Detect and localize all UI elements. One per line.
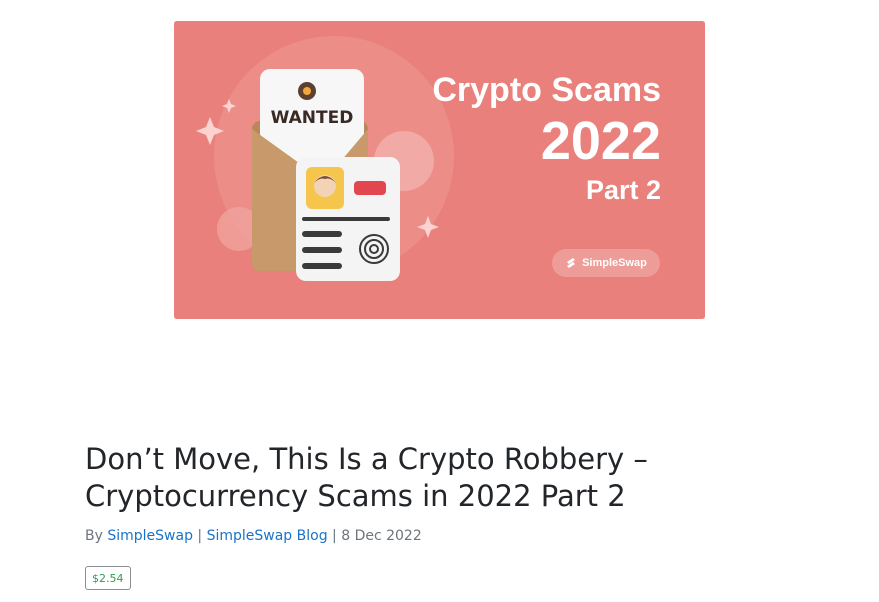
community-link[interactable]: SimpleSwap Blog	[207, 528, 328, 544]
banner-title: Crypto Scams 2022 Part 2	[432, 71, 661, 205]
simpleswap-logo-icon	[567, 258, 576, 268]
hero-banner-image[interactable]: WANTED Crypto Scams 2022 Part 2 SimpleSw…	[174, 21, 705, 319]
brand-badge: SimpleSwap	[552, 249, 660, 277]
byline-separator: |	[197, 528, 203, 544]
byline-separator: |	[332, 528, 337, 544]
article-byline: By SimpleSwap | SimpleSwap Blog | 8 Dec …	[85, 528, 422, 544]
post-date: 8 Dec 2022	[341, 528, 422, 544]
article-title: Don’t Move, This Is a Crypto Robbery – C…	[85, 442, 648, 513]
banner-title-line2: 2022	[540, 111, 661, 171]
banner-title-line3: Part 2	[585, 175, 661, 205]
banner-title-line1: Crypto Scams	[432, 71, 661, 109]
payout-badge[interactable]: $2.54	[85, 566, 131, 590]
author-link[interactable]: SimpleSwap	[107, 528, 193, 544]
svg-text:WANTED: WANTED	[271, 108, 354, 128]
byline-prefix: By	[85, 528, 103, 544]
brand-name: SimpleSwap	[582, 257, 647, 269]
